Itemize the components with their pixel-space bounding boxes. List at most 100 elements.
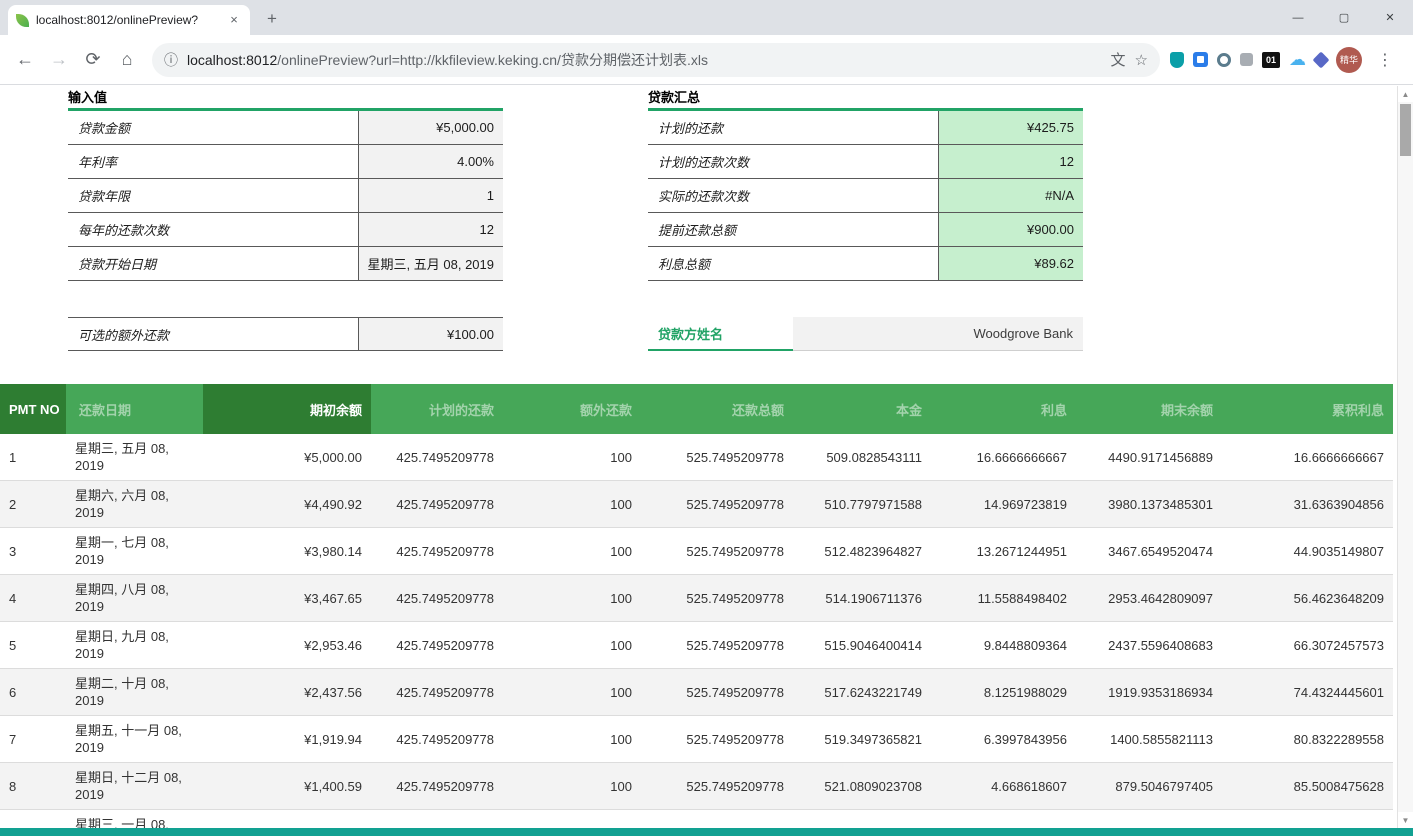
back-button[interactable]: ← bbox=[10, 45, 40, 75]
schedule-cell: 4.668618607 bbox=[931, 763, 1076, 810]
diamond-extension-icon[interactable] bbox=[1313, 51, 1330, 68]
schedule-cell: 星期五, 十一月 08, 2019 bbox=[66, 716, 203, 763]
schedule-cell: 514.1906711376 bbox=[793, 575, 931, 622]
browser-menu-icon[interactable]: ⋮ bbox=[1371, 50, 1399, 70]
refresh-button[interactable]: ⟳ bbox=[78, 45, 108, 75]
schedule-cell: 8.1251988029 bbox=[931, 669, 1076, 716]
schedule-cell: 525.7495209778 bbox=[641, 763, 793, 810]
schedule-cell: 425.7495209778 bbox=[371, 528, 503, 575]
page-info-icon[interactable]: ⓘ bbox=[164, 50, 178, 70]
schedule-cell: 100 bbox=[503, 716, 641, 763]
home-button[interactable]: ⌂ bbox=[112, 45, 142, 75]
input-section: 输入值 贷款金额¥5,000.00年利率4.00%贷款年限1每年的还款次数12贷… bbox=[68, 88, 503, 351]
form-row: 利息总额¥89.62 bbox=[648, 247, 1083, 281]
scroll-up-icon[interactable]: ▲ bbox=[1398, 86, 1413, 102]
field-value: 12 bbox=[938, 145, 1083, 178]
form-row: 贷款金额¥5,000.00 bbox=[68, 111, 503, 145]
field-label: 利息总额 bbox=[648, 247, 938, 280]
browser-tab[interactable]: localhost:8012/onlinePreview? × bbox=[8, 5, 250, 35]
schedule-cell: 5 bbox=[0, 622, 66, 669]
bookmark-star-icon[interactable]: ☆ bbox=[1135, 51, 1148, 69]
schedule-cell: 509.0828543111 bbox=[793, 434, 931, 481]
minimize-button[interactable]: — bbox=[1275, 0, 1321, 35]
schedule-column-header: 计划的还款 bbox=[371, 384, 503, 434]
shield-extension-icon[interactable] bbox=[1170, 52, 1184, 68]
field-value: ¥5,000.00 bbox=[358, 111, 503, 144]
close-window-button[interactable]: ✕ bbox=[1367, 0, 1413, 35]
schedule-cell: 6 bbox=[0, 669, 66, 716]
schedule-cell: 100 bbox=[503, 763, 641, 810]
form-row: 计划的还款次数12 bbox=[648, 145, 1083, 179]
schedule-header-row: PMT NO还款日期期初余额计划的还款额外还款还款总额本金利息期末余额累积利息 bbox=[0, 384, 1393, 434]
schedule-row: 3星期一, 七月 08, 2019¥3,980.14425.7495209778… bbox=[0, 528, 1393, 575]
schedule-cell: 星期日, 十二月 08, 2019 bbox=[66, 763, 203, 810]
schedule-cell: 425.7495209778 bbox=[371, 622, 503, 669]
schedule-cell: 425.7495209778 bbox=[371, 481, 503, 528]
schedule-row: 5星期日, 九月 08, 2019¥2,953.46425.7495209778… bbox=[0, 622, 1393, 669]
translate-icon[interactable]: 文 bbox=[1111, 49, 1126, 70]
summary-section: 贷款汇总 计划的还款¥425.75计划的还款次数12实际的还款次数#N/A提前还… bbox=[648, 88, 1083, 351]
field-label: 计划的还款 bbox=[648, 111, 938, 144]
browser-toolbar: ← → ⟳ ⌂ ⓘ localhost:8012/onlinePreview?u… bbox=[0, 35, 1413, 85]
schedule-cell: 3 bbox=[0, 528, 66, 575]
amortization-schedule: PMT NO还款日期期初余额计划的还款额外还款还款总额本金利息期末余额累积利息 … bbox=[0, 384, 1393, 836]
schedule-cell: 14.969723819 bbox=[931, 481, 1076, 528]
gray-extension-icon[interactable] bbox=[1240, 53, 1253, 66]
schedule-cell: 512.4823964827 bbox=[793, 528, 931, 575]
schedule-column-header: 利息 bbox=[931, 384, 1076, 434]
blue-extension-icon[interactable] bbox=[1193, 52, 1208, 67]
schedule-cell: 80.8322289558 bbox=[1222, 716, 1393, 763]
schedule-cell: 56.4623648209 bbox=[1222, 575, 1393, 622]
schedule-cell: ¥1,919.94 bbox=[203, 716, 371, 763]
schedule-cell: 515.9046400414 bbox=[793, 622, 931, 669]
field-label: 实际的还款次数 bbox=[648, 179, 938, 212]
schedule-column-header: 额外还款 bbox=[503, 384, 641, 434]
schedule-cell: ¥1,400.59 bbox=[203, 763, 371, 810]
forward-button[interactable]: → bbox=[44, 45, 74, 75]
schedule-cell: 100 bbox=[503, 528, 641, 575]
schedule-cell: 519.3497365821 bbox=[793, 716, 931, 763]
profile-avatar[interactable]: 精华 bbox=[1336, 47, 1362, 73]
schedule-cell: ¥3,980.14 bbox=[203, 528, 371, 575]
01-badge-extension-icon[interactable]: 01 bbox=[1262, 52, 1280, 68]
close-tab-icon[interactable]: × bbox=[226, 12, 242, 28]
tab-title: localhost:8012/onlinePreview? bbox=[36, 13, 219, 27]
cloud-extension-icon[interactable]: ☁ bbox=[1289, 51, 1306, 68]
schedule-cell: 525.7495209778 bbox=[641, 575, 793, 622]
schedule-cell: 517.6243221749 bbox=[793, 669, 931, 716]
schedule-cell: 31.6363904856 bbox=[1222, 481, 1393, 528]
schedule-cell: 100 bbox=[503, 669, 641, 716]
schedule-row: 1星期三, 五月 08, 2019¥5,000.00425.7495209778… bbox=[0, 434, 1393, 481]
bottom-accent-bar bbox=[0, 828, 1413, 836]
schedule-cell: 879.5046797405 bbox=[1076, 763, 1222, 810]
schedule-cell: 85.5008475628 bbox=[1222, 763, 1393, 810]
schedule-cell: 425.7495209778 bbox=[371, 716, 503, 763]
form-row: 贷款开始日期星期三, 五月 08, 2019 bbox=[68, 247, 503, 281]
schedule-row: 2星期六, 六月 08, 2019¥4,490.92425.7495209778… bbox=[0, 481, 1393, 528]
schedule-row: 6星期二, 十月 08, 2019¥2,437.56425.7495209778… bbox=[0, 669, 1393, 716]
field-label: 年利率 bbox=[68, 145, 358, 178]
schedule-cell: 2 bbox=[0, 481, 66, 528]
schedule-cell: 44.9035149807 bbox=[1222, 528, 1393, 575]
schedule-cell: 525.7495209778 bbox=[641, 716, 793, 763]
schedule-cell: 13.2671244951 bbox=[931, 528, 1076, 575]
input-rows: 贷款金额¥5,000.00年利率4.00%贷款年限1每年的还款次数12贷款开始日… bbox=[68, 111, 503, 281]
ring-extension-icon[interactable] bbox=[1217, 53, 1231, 67]
field-value: 星期三, 五月 08, 2019 bbox=[358, 247, 503, 280]
schedule-cell: 525.7495209778 bbox=[641, 622, 793, 669]
schedule-cell: ¥4,490.92 bbox=[203, 481, 371, 528]
spreadsheet-preview: 输入值 贷款金额¥5,000.00年利率4.00%贷款年限1每年的还款次数12贷… bbox=[0, 86, 1413, 836]
scroll-down-icon[interactable]: ▼ bbox=[1398, 812, 1413, 828]
field-label: 贷款开始日期 bbox=[68, 247, 358, 280]
schedule-cell: ¥2,437.56 bbox=[203, 669, 371, 716]
schedule-cell: 4 bbox=[0, 575, 66, 622]
maximize-button[interactable]: ▢ bbox=[1321, 0, 1367, 35]
vertical-scrollbar[interactable]: ▲ ▼ bbox=[1397, 86, 1413, 828]
schedule-cell: 星期二, 十月 08, 2019 bbox=[66, 669, 203, 716]
scrollbar-thumb[interactable] bbox=[1400, 104, 1411, 156]
new-tab-button[interactable]: + bbox=[258, 5, 286, 33]
schedule-cell: 8 bbox=[0, 763, 66, 810]
field-value: ¥100.00 bbox=[358, 318, 503, 350]
address-bar[interactable]: ⓘ localhost:8012/onlinePreview?url=http:… bbox=[152, 43, 1160, 77]
schedule-cell: 3467.6549520474 bbox=[1076, 528, 1222, 575]
